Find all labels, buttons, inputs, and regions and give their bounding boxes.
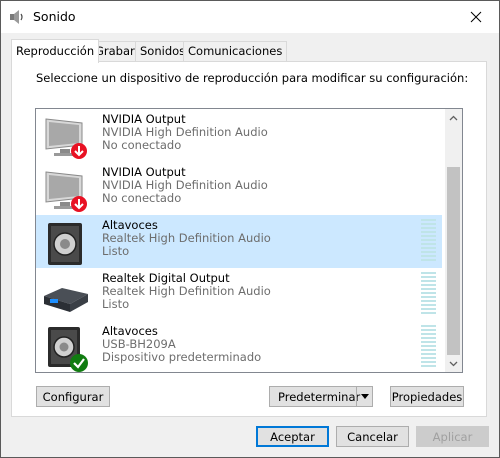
apply-button[interactable]: Aplicar xyxy=(416,426,489,447)
properties-button[interactable]: Propiedades xyxy=(390,386,464,407)
close-button[interactable] xyxy=(453,1,499,33)
chevron-up-icon xyxy=(449,115,458,120)
cancel-button[interactable]: Cancelar xyxy=(336,426,409,447)
tab-reproduccion[interactable]: Reproducción xyxy=(11,39,100,63)
speaker-icon xyxy=(10,10,23,24)
vertical-scrollbar[interactable] xyxy=(445,109,462,372)
set-default-split-button[interactable]: Predeterminar xyxy=(269,386,373,407)
tab-comunicaciones[interactable]: Comunicaciones xyxy=(183,41,288,61)
close-icon xyxy=(470,11,482,23)
title-bar[interactable]: Sonido xyxy=(1,1,499,33)
device-status: Dispositivo predeterminado xyxy=(102,350,262,364)
digital-output-icon xyxy=(44,288,88,312)
level-meter xyxy=(421,272,436,316)
list-item[interactable]: NVIDIA Output NVIDIA High Definition Aud… xyxy=(36,109,442,162)
tab-sonidos[interactable]: Sonidos xyxy=(135,41,191,61)
ok-button[interactable]: Aceptar xyxy=(256,426,329,447)
window-title: Sonido xyxy=(33,9,76,24)
scrollbar-thumb[interactable] xyxy=(447,167,460,355)
level-meter xyxy=(421,325,436,369)
monitor-icon xyxy=(45,118,87,159)
sound-dialog: Sonido Reproducción Grabar Sonidos Comun… xyxy=(0,0,500,458)
list-item[interactable]: Altavoces Realtek High Definition Audio … xyxy=(36,215,442,268)
device-status: Listo xyxy=(102,244,130,258)
device-status: Listo xyxy=(102,297,130,311)
playback-panel: Seleccione un dispositivo de reproducció… xyxy=(11,61,487,417)
chevron-down-icon xyxy=(360,394,369,399)
configure-button[interactable]: Configurar xyxy=(36,386,110,407)
set-default-dropdown[interactable] xyxy=(356,387,372,406)
list-item[interactable]: Realtek Digital Output Realtek High Defi… xyxy=(36,268,442,321)
device-status: No conectado xyxy=(102,191,182,205)
scroll-up-button[interactable] xyxy=(445,109,462,126)
list-item[interactable]: NVIDIA Output NVIDIA High Definition Aud… xyxy=(36,162,442,215)
speaker-icon xyxy=(48,327,88,372)
set-default-label: Predeterminar xyxy=(278,389,361,404)
default-check-icon xyxy=(70,354,88,372)
instruction-text: Seleccione un dispositivo de reproducció… xyxy=(36,71,469,85)
device-list[interactable]: NVIDIA Output NVIDIA High Definition Aud… xyxy=(35,108,463,373)
chevron-down-icon xyxy=(449,361,458,366)
scroll-down-button[interactable] xyxy=(445,355,462,372)
speaker-icon xyxy=(48,223,82,265)
level-meter xyxy=(421,219,436,263)
list-item[interactable]: Altavoces USB-BH209A Dispositivo predete… xyxy=(36,321,442,372)
monitor-icon xyxy=(45,171,87,212)
device-status: No conectado xyxy=(102,138,182,152)
